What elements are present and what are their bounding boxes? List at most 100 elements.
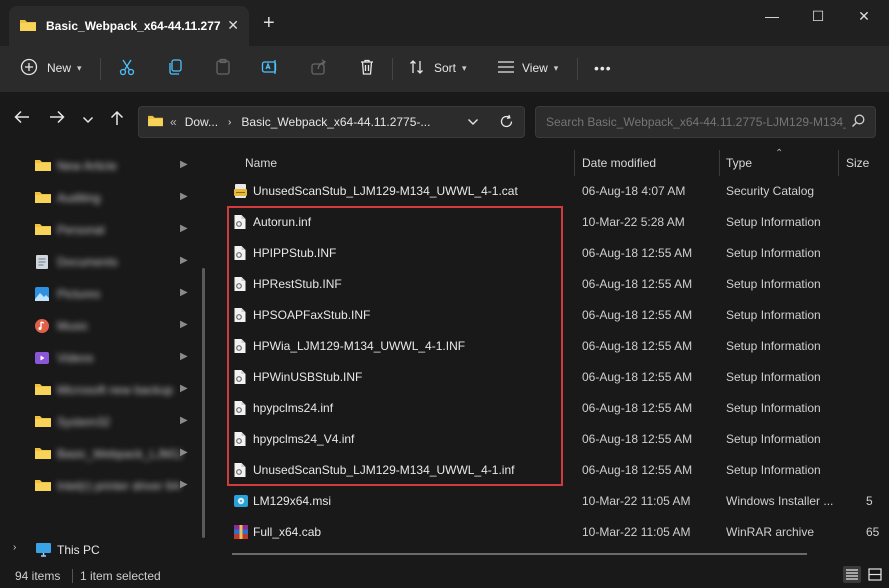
sidebar-item-3[interactable]: Personal ▶ bbox=[0, 214, 200, 246]
address-dropdown-icon[interactable] bbox=[467, 116, 479, 130]
sidebar-item-label: This PC bbox=[57, 543, 100, 557]
file-type: Setup Information bbox=[726, 308, 821, 322]
refresh-icon[interactable] bbox=[499, 114, 514, 132]
inf-file-icon bbox=[233, 431, 247, 450]
column-divider[interactable] bbox=[574, 150, 575, 176]
column-header-date[interactable]: Date modified bbox=[582, 156, 656, 170]
column-divider[interactable] bbox=[838, 150, 839, 176]
tab-title: Basic_Webpack_x64-44.11.277 bbox=[46, 19, 221, 33]
breadcrumb-downloads[interactable]: Dow... bbox=[185, 115, 218, 129]
file-date: 06-Aug-18 12:55 AM bbox=[582, 246, 693, 260]
paste-button[interactable] bbox=[214, 46, 232, 90]
breadcrumb-current-folder[interactable]: Basic_Webpack_x64-44.11.2775-... bbox=[241, 115, 430, 129]
chevron-right-icon[interactable]: › bbox=[13, 542, 16, 553]
file-row[interactable]: UnusedScanStub_LJM129-M134_UWWL_4-1.cat … bbox=[214, 175, 889, 206]
file-type: Setup Information bbox=[726, 277, 821, 291]
sidebar-item-this-pc[interactable]: › This PC bbox=[0, 538, 200, 562]
sidebar-item-videos[interactable]: Videos ▶ bbox=[0, 342, 200, 374]
breadcrumb-overflow[interactable]: « bbox=[170, 115, 177, 129]
file-type: Setup Information bbox=[726, 463, 821, 477]
folder-icon bbox=[34, 478, 52, 495]
file-row[interactable]: HPRestStub.INF 06-Aug-18 12:55 AM Setup … bbox=[214, 268, 889, 299]
inf-file-icon bbox=[233, 245, 247, 264]
file-date: 10-Mar-22 11:05 AM bbox=[582, 494, 691, 508]
file-row[interactable]: Full_x64.cab 10-Mar-22 11:05 AM WinRAR a… bbox=[214, 516, 889, 547]
forward-arrow-icon[interactable] bbox=[49, 110, 65, 129]
folder-icon bbox=[34, 446, 52, 463]
details-view-button[interactable] bbox=[843, 566, 861, 583]
sidebar-item-pictures[interactable]: Pictures ▶ bbox=[0, 278, 200, 310]
column-divider[interactable] bbox=[719, 150, 720, 176]
view-button[interactable]: View ▾ bbox=[497, 46, 558, 90]
file-date: 10-Mar-22 5:28 AM bbox=[582, 215, 685, 229]
file-size: 5 bbox=[866, 494, 873, 508]
new-tab-button[interactable]: + bbox=[263, 11, 275, 35]
scissors-icon bbox=[118, 58, 136, 79]
sidebar-item-documents[interactable]: Documents ▶ bbox=[0, 246, 200, 278]
horizontal-scrollbar[interactable] bbox=[232, 553, 807, 555]
sidebar-item-9[interactable]: System32 ▶ bbox=[0, 406, 200, 438]
breadcrumb-chevron-icon: › bbox=[228, 116, 232, 128]
file-row[interactable]: hpypclms24_V4.inf 06-Aug-18 12:55 AM Set… bbox=[214, 423, 889, 454]
tiles-view-button[interactable] bbox=[866, 566, 884, 583]
maximize-button[interactable]: ☐ bbox=[808, 8, 828, 25]
winrar-icon bbox=[233, 524, 249, 543]
tab-close-icon[interactable]: ✕ bbox=[227, 17, 239, 34]
minimize-button[interactable]: — bbox=[762, 8, 782, 24]
address-row: « Dow... › Basic_Webpack_x64-44.11.2775-… bbox=[0, 92, 889, 148]
documents-icon bbox=[34, 254, 50, 273]
new-button[interactable]: New ▾ bbox=[20, 46, 82, 90]
sidebar-item-2[interactable]: Auditing ▶ bbox=[0, 182, 200, 214]
sidebar-item-11[interactable]: Intel(r) printer driver 64-bit ▶ bbox=[0, 470, 200, 502]
sidebar-item-8[interactable]: Microsoft new backup ▶ bbox=[0, 374, 200, 406]
recent-chevron-icon[interactable] bbox=[82, 112, 94, 130]
file-date: 06-Aug-18 12:55 AM bbox=[582, 432, 693, 446]
close-button[interactable]: ✕ bbox=[854, 8, 874, 25]
share-button[interactable] bbox=[310, 46, 328, 90]
file-row[interactable]: Autorun.inf 10-Mar-22 5:28 AM Setup Info… bbox=[214, 206, 889, 237]
up-arrow-icon[interactable] bbox=[110, 110, 124, 131]
file-name: hpypclms24_V4.inf bbox=[253, 432, 355, 446]
file-name: HPSOAPFaxStub.INF bbox=[253, 308, 371, 322]
address-bar[interactable]: « Dow... › Basic_Webpack_x64-44.11.2775-… bbox=[138, 106, 525, 138]
search-input[interactable] bbox=[544, 112, 848, 132]
more-options-icon[interactable]: ••• bbox=[594, 46, 612, 90]
sidebar-item-10[interactable]: Basic_Webpack_LJM129-M134 ▶ bbox=[0, 438, 200, 470]
cut-button[interactable] bbox=[118, 46, 136, 90]
sidebar-item-music[interactable]: Music ▶ bbox=[0, 310, 200, 342]
search-box[interactable] bbox=[535, 106, 876, 138]
file-date: 06-Aug-18 12:55 AM bbox=[582, 401, 693, 415]
folder-icon bbox=[34, 222, 52, 239]
file-row[interactable]: hpypclms24.inf 06-Aug-18 12:55 AM Setup … bbox=[214, 392, 889, 423]
search-icon[interactable] bbox=[851, 114, 865, 131]
column-header-size[interactable]: Size bbox=[846, 156, 869, 170]
inf-file-icon bbox=[233, 307, 247, 326]
file-row[interactable]: HPWinUSBStub.INF 06-Aug-18 12:55 AM Setu… bbox=[214, 361, 889, 392]
sidebar-scrollbar[interactable] bbox=[202, 268, 205, 538]
file-date: 06-Aug-18 12:55 AM bbox=[582, 463, 693, 477]
monitor-icon bbox=[35, 542, 52, 560]
file-row[interactable]: LM129x64.msi 10-Mar-22 11:05 AM Windows … bbox=[214, 485, 889, 516]
column-header-name[interactable]: Name bbox=[245, 156, 277, 170]
copy-button[interactable] bbox=[166, 46, 184, 90]
file-row[interactable]: HPWia_LJM129-M134_UWWL_4-1.INF 06-Aug-18… bbox=[214, 330, 889, 361]
delete-button[interactable] bbox=[358, 46, 376, 90]
file-type: Setup Information bbox=[726, 370, 821, 384]
toolbar-divider bbox=[392, 58, 393, 80]
pin-icon: ▶ bbox=[180, 255, 188, 266]
navigation-pane: New Article ▶ Auditing ▶ Personal ▶ Docu… bbox=[0, 148, 212, 562]
toolbar-divider bbox=[577, 58, 578, 80]
file-row[interactable]: HPSOAPFaxStub.INF 06-Aug-18 12:55 AM Set… bbox=[214, 299, 889, 330]
column-header-type[interactable]: Type bbox=[726, 156, 752, 170]
sort-button[interactable]: Sort ▾ bbox=[409, 46, 467, 90]
column-header-row: Name Date modified Type ⌃ Size bbox=[214, 148, 889, 178]
back-arrow-icon[interactable] bbox=[14, 110, 30, 129]
chevron-down-icon: ▾ bbox=[553, 62, 559, 73]
chevron-down-icon: ▾ bbox=[462, 62, 467, 73]
sidebar-item-1[interactable]: New Article ▶ bbox=[0, 150, 200, 182]
tab-basic-webpack[interactable]: Basic_Webpack_x64-44.11.277 ✕ bbox=[9, 6, 249, 46]
file-row[interactable]: UnusedScanStub_LJM129-M134_UWWL_4-1.inf … bbox=[214, 454, 889, 485]
sidebar-item-label: Microsoft new backup bbox=[57, 383, 174, 397]
rename-button[interactable] bbox=[261, 46, 279, 90]
file-row[interactable]: HPIPPStub.INF 06-Aug-18 12:55 AM Setup I… bbox=[214, 237, 889, 268]
